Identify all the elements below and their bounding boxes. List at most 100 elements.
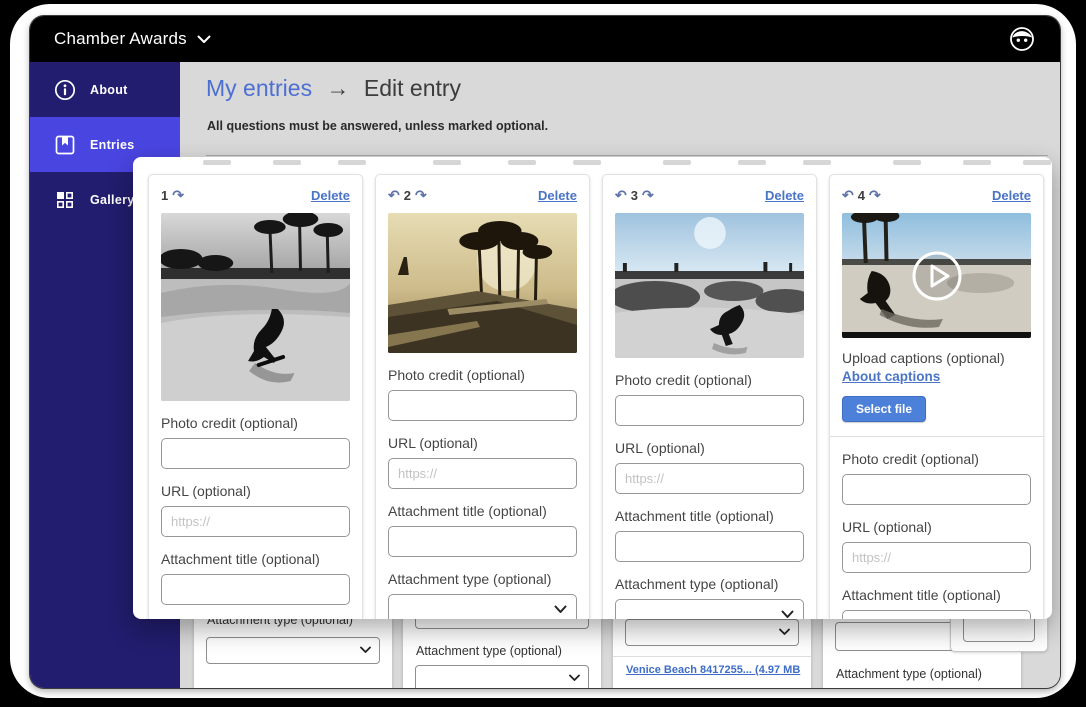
artifact	[1023, 160, 1051, 165]
sidebar-item-label: About	[90, 83, 128, 97]
artifact	[803, 160, 831, 165]
breadcrumb: My entries → Edit entry	[206, 75, 461, 102]
attachment-card-2: ↶ 2 ↷ Delete	[375, 174, 590, 619]
divider	[206, 155, 1048, 156]
delete-link[interactable]: Delete	[992, 188, 1031, 203]
url-label: URL (optional)	[615, 440, 804, 456]
photo-credit-label: Photo credit (optional)	[388, 367, 577, 383]
chevron-down-icon	[569, 674, 580, 682]
attachment-title-input[interactable]	[615, 531, 804, 562]
chevron-down-icon	[779, 628, 790, 636]
sidebar-item-label: Gallery	[90, 193, 135, 207]
artifact	[508, 160, 536, 165]
move-left-icon[interactable]: ↶	[615, 188, 627, 202]
card-header: 1 ↷ Delete	[161, 185, 350, 205]
card-order-controls: ↶ 3 ↷	[615, 188, 654, 203]
card-header: ↶ 4 ↷ Delete	[842, 185, 1031, 205]
move-right-icon[interactable]: ↷	[642, 188, 654, 202]
attachment-card-3: ↶ 3 ↷ Delete	[602, 174, 817, 619]
artifact	[663, 160, 691, 165]
attachment-type-select[interactable]	[615, 599, 804, 619]
artifact	[203, 160, 231, 165]
artifact	[273, 160, 301, 165]
move-left-icon[interactable]: ↶	[842, 188, 854, 202]
move-left-icon[interactable]: ↶	[388, 188, 400, 202]
app-window: Chamber Awards	[30, 16, 1060, 688]
breadcrumb-my-entries-link[interactable]: My entries	[206, 75, 312, 101]
photo-credit-input[interactable]	[161, 438, 350, 469]
photo-credit-input[interactable]	[388, 390, 577, 421]
marketing-canvas: Chamber Awards	[0, 0, 1086, 707]
attachment-title-input[interactable]	[161, 574, 350, 605]
delete-link[interactable]: Delete	[538, 188, 577, 203]
artifact	[738, 160, 766, 165]
artifact	[338, 160, 366, 165]
artifact	[433, 160, 461, 165]
photo-credit-label: Photo credit (optional)	[842, 451, 1031, 467]
artifact	[893, 160, 921, 165]
chevron-down-icon	[554, 605, 567, 614]
card-number: 1	[161, 188, 168, 203]
workspace-title: Chamber Awards	[54, 29, 187, 49]
url-input[interactable]	[388, 458, 577, 489]
divider	[613, 656, 811, 657]
topbar: Chamber Awards	[30, 16, 1060, 62]
photo-credit-input[interactable]	[615, 395, 804, 426]
card-number: 3	[631, 188, 638, 203]
move-right-icon[interactable]: ↷	[869, 188, 881, 202]
chevron-down-icon	[360, 646, 371, 654]
play-button[interactable]	[842, 213, 1031, 338]
attachment-photo	[388, 213, 577, 353]
attachment-photo	[615, 213, 804, 358]
attachment-card-1: 1 ↷ Delete	[148, 174, 363, 619]
url-label: URL (optional)	[161, 483, 350, 499]
attachment-title-label: Attachment title (optional)	[388, 503, 577, 519]
attachment-type-select[interactable]	[206, 637, 380, 664]
url-input[interactable]	[161, 506, 350, 537]
video-thumbnail[interactable]	[842, 213, 1031, 338]
delete-link[interactable]: Delete	[765, 188, 804, 203]
move-right-icon[interactable]: ↷	[415, 188, 427, 202]
url-input[interactable]	[842, 542, 1031, 573]
breadcrumb-arrow: →	[326, 75, 349, 101]
url-label: URL (optional)	[388, 435, 577, 451]
artifact	[963, 160, 991, 165]
card-order-controls: ↶ 2 ↷	[388, 188, 427, 203]
chevron-down-icon	[197, 35, 211, 44]
artifact	[573, 160, 601, 165]
card-header: ↶ 3 ↷ Delete	[615, 185, 804, 205]
attachment-type-label: Attachment type (optional)	[388, 571, 577, 587]
attachment-type-label: Attachment type (optional)	[416, 644, 591, 658]
about-captions-link[interactable]: About captions	[842, 369, 940, 384]
attachment-title-input[interactable]	[388, 526, 577, 557]
attachment-card-4: ↶ 4 ↷ Delete	[829, 174, 1044, 619]
divider	[830, 436, 1043, 437]
attachment-type-select[interactable]	[388, 594, 577, 619]
sidebar-item-label: Entries	[90, 138, 134, 152]
select-file-button[interactable]: Select file	[842, 396, 926, 422]
instructions-note: All questions must be answered, unless m…	[207, 119, 548, 133]
card-order-controls: 1 ↷	[161, 188, 184, 203]
url-label: URL (optional)	[842, 519, 1031, 535]
attachment-type-label: Attachment type (optional)	[836, 667, 1011, 681]
photo-credit-label: Photo credit (optional)	[161, 415, 350, 431]
attached-file-link[interactable]: Venice Beach 8417255... (4.97 MB	[626, 664, 803, 676]
attachment-type-label: Attachment type (optional)	[615, 576, 804, 592]
attachment-title-label: Attachment title (optional)	[161, 551, 350, 567]
gallery-grid-icon	[54, 189, 76, 211]
upload-captions-label: Upload captions (optional)	[842, 350, 1031, 366]
url-input[interactable]	[615, 463, 804, 494]
attachment-type-select[interactable]	[625, 619, 799, 646]
workspace-switcher[interactable]: Chamber Awards	[54, 29, 211, 49]
page-title: Edit entry	[364, 75, 461, 101]
delete-link[interactable]: Delete	[311, 188, 350, 203]
move-right-icon[interactable]: ↷	[172, 188, 184, 202]
account-avatar-icon[interactable]	[1008, 25, 1036, 53]
sidebar-item-about[interactable]: About	[30, 62, 180, 117]
attachment-title-input[interactable]	[842, 610, 1031, 619]
attachment-type-select[interactable]	[415, 665, 589, 688]
chevron-down-icon	[781, 610, 794, 619]
card-number: 4	[858, 188, 865, 203]
photo-credit-input[interactable]	[842, 474, 1031, 505]
info-icon	[54, 79, 76, 101]
